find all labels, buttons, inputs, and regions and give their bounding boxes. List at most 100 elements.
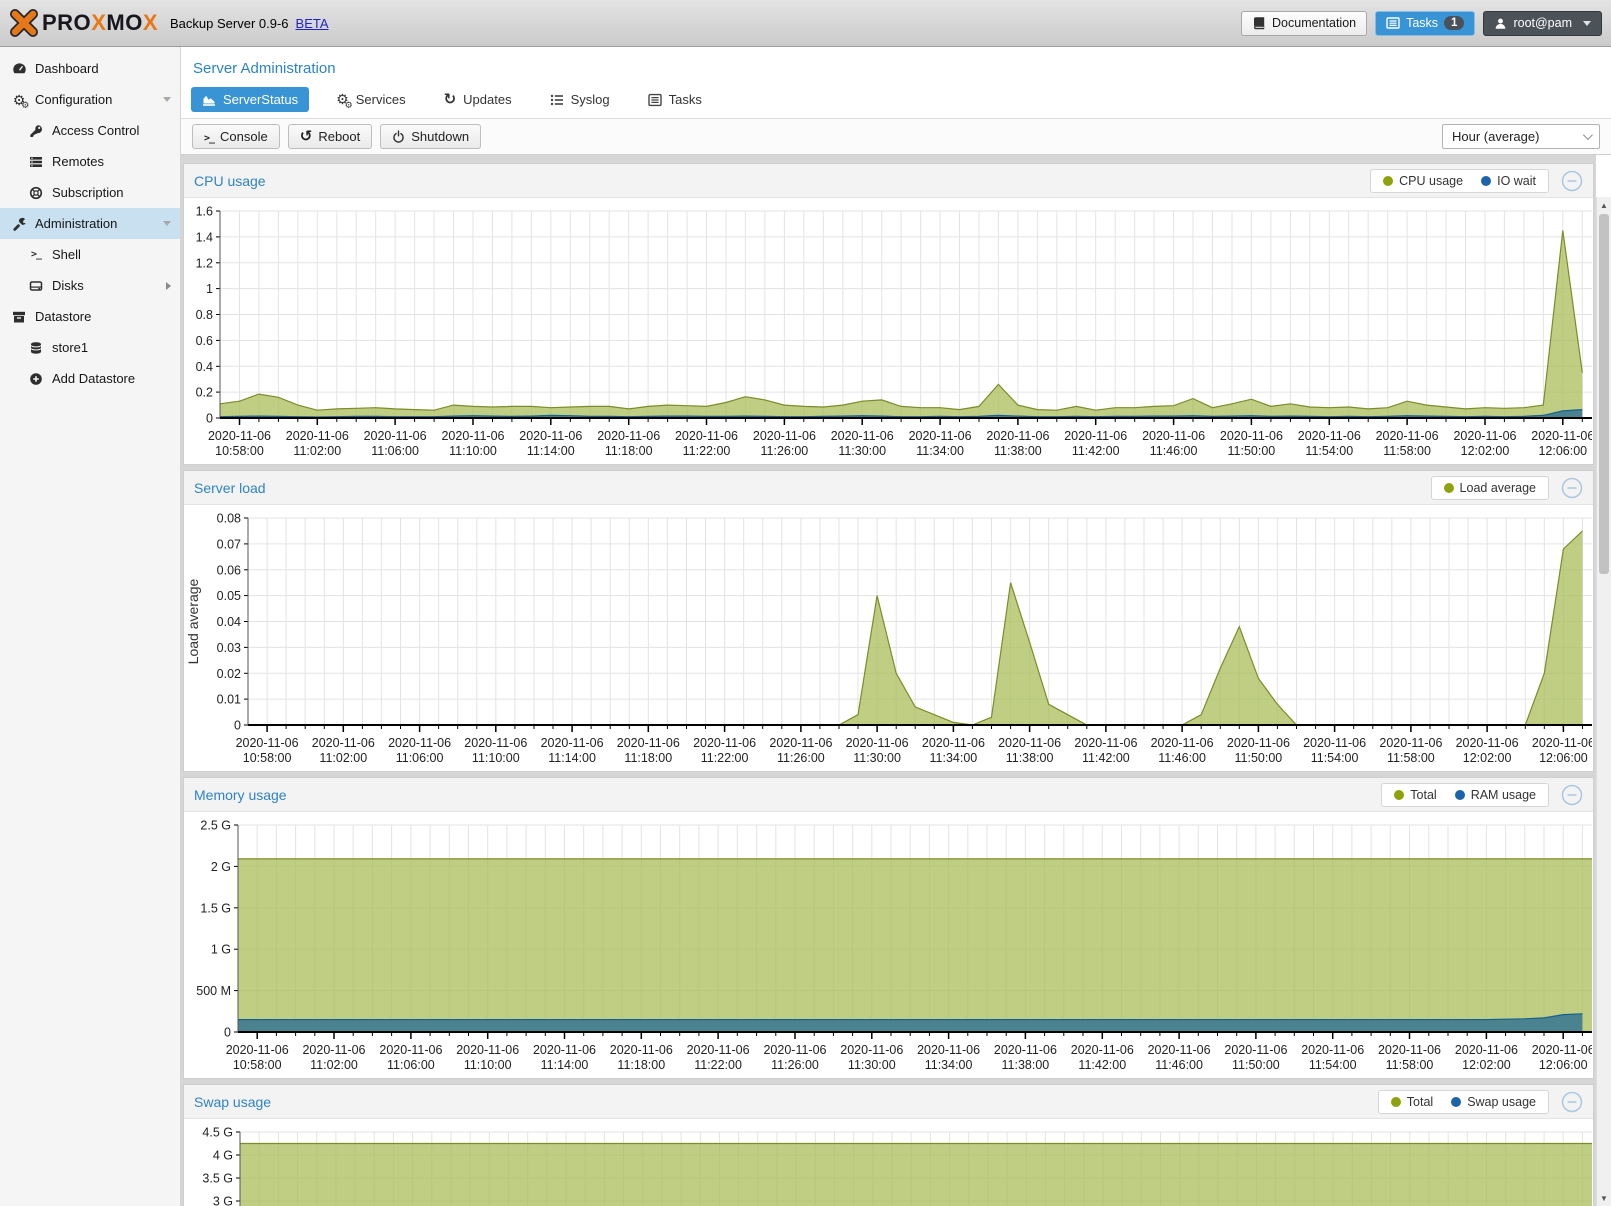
documentation-button[interactable]: Documentation: [1241, 11, 1367, 36]
chevron-down-icon: [1583, 130, 1593, 140]
svg-text:2020-11-06: 2020-11-06: [441, 429, 504, 443]
collapse-caret-icon[interactable]: [163, 97, 171, 102]
expand-caret-icon[interactable]: [166, 282, 171, 290]
sidebar-item-add-datastore[interactable]: Add Datastore: [0, 363, 180, 394]
reboot-button[interactable]: ↺ Reboot: [288, 124, 373, 149]
svg-text:12:02:00: 12:02:00: [1463, 751, 1512, 765]
tab-services[interactable]: ⚙⚙ Services: [325, 87, 416, 112]
collapse-caret-icon[interactable]: [163, 221, 171, 226]
legend-item[interactable]: RAM usage: [1455, 788, 1536, 802]
minus-circle-icon[interactable]: [1561, 477, 1583, 499]
svg-text:2020-11-06: 2020-11-06: [1227, 736, 1290, 750]
svg-text:11:38:00: 11:38:00: [1006, 751, 1054, 765]
beta-link[interactable]: BETA: [296, 16, 329, 31]
svg-text:11:54:00: 11:54:00: [1311, 751, 1359, 765]
svg-text:11:34:00: 11:34:00: [916, 444, 964, 458]
legend: Total RAM usage: [1381, 783, 1549, 807]
svg-text:11:26:00: 11:26:00: [761, 444, 809, 458]
scroll-up-icon[interactable]: ▲: [1597, 198, 1611, 212]
svg-text:12:02:00: 12:02:00: [1461, 444, 1510, 458]
timeframe-select[interactable]: Hour (average): [1442, 124, 1600, 149]
sidebar-item-shell[interactable]: >_ Shell: [0, 239, 180, 270]
svg-text:2020-11-06: 2020-11-06: [541, 736, 604, 750]
svg-text:2020-11-06: 2020-11-06: [1071, 1043, 1134, 1057]
tab-serverstatus[interactable]: ServerStatus: [191, 87, 309, 112]
svg-text:2020-11-06: 2020-11-06: [998, 736, 1061, 750]
vertical-scrollbar[interactable]: ▲ ▼: [1596, 197, 1611, 1206]
legend-item[interactable]: Total: [1394, 788, 1436, 802]
sidebar-item-store1[interactable]: store1: [0, 332, 180, 363]
svg-text:2020-11-06: 2020-11-06: [302, 1043, 365, 1057]
svg-text:11:58:00: 11:58:00: [1383, 444, 1431, 458]
remotes-icon: [26, 155, 46, 169]
svg-text:11:50:00: 11:50:00: [1235, 751, 1283, 765]
legend-item[interactable]: Load average: [1444, 481, 1536, 495]
legend: Total Swap usage: [1378, 1090, 1549, 1114]
tab-updates[interactable]: ↻ Updates: [433, 87, 523, 112]
svg-text:2020-11-06: 2020-11-06: [1376, 429, 1439, 443]
svg-text:2020-11-06: 2020-11-06: [464, 736, 527, 750]
user-icon: [1494, 17, 1507, 30]
series-dot-icon: [1391, 1097, 1401, 1107]
minus-circle-icon[interactable]: [1561, 1091, 1583, 1113]
svg-text:0.06: 0.06: [217, 563, 241, 577]
datastore-icon: [9, 310, 29, 324]
sidebar-item-remotes[interactable]: Remotes: [0, 146, 180, 177]
tab-syslog[interactable]: Syslog: [539, 87, 621, 112]
tasks-button[interactable]: Tasks 1: [1375, 11, 1475, 36]
scrollbar-thumb[interactable]: [1599, 214, 1609, 574]
panel-title: CPU usage: [194, 173, 266, 189]
legend-item[interactable]: CPU usage: [1383, 174, 1463, 188]
legend-item[interactable]: IO wait: [1481, 174, 1536, 188]
hdd-icon: [26, 279, 46, 293]
svg-text:11:50:00: 11:50:00: [1228, 444, 1276, 458]
svg-text:11:06:00: 11:06:00: [396, 751, 444, 765]
list-icon: [550, 93, 564, 107]
plus-circle-icon: [26, 372, 46, 386]
console-button[interactable]: >_ Console: [192, 124, 280, 149]
svg-text:11:42:00: 11:42:00: [1078, 1058, 1126, 1072]
legend-item[interactable]: Swap usage: [1451, 1095, 1536, 1109]
svg-text:2020-11-06: 2020-11-06: [519, 429, 582, 443]
svg-text:11:14:00: 11:14:00: [541, 1058, 589, 1072]
sidebar-item-administration[interactable]: Administration: [0, 208, 180, 239]
tab-tasks[interactable]: Tasks: [637, 87, 713, 112]
sidebar-item-disks[interactable]: Disks: [0, 270, 180, 301]
scroll-down-icon[interactable]: ▼: [1597, 1191, 1611, 1205]
sidebar-item-subscription[interactable]: Subscription: [0, 177, 180, 208]
sidebar-item-configuration[interactable]: ⚙⚙ Configuration: [0, 84, 180, 115]
svg-text:2020-11-06: 2020-11-06: [1532, 736, 1592, 750]
shutdown-button[interactable]: Shutdown: [380, 124, 481, 149]
svg-text:2020-11-06: 2020-11-06: [379, 1043, 442, 1057]
svg-text:11:54:00: 11:54:00: [1305, 444, 1353, 458]
svg-text:11:26:00: 11:26:00: [777, 751, 825, 765]
svg-text:2020-11-06: 2020-11-06: [917, 1043, 980, 1057]
svg-text:2020-11-06: 2020-11-06: [1303, 736, 1366, 750]
svg-text:11:02:00: 11:02:00: [319, 751, 367, 765]
svg-text:2020-11-06: 2020-11-06: [1456, 736, 1519, 750]
swap-usage-panel: Swap usage Total Swap usage 0500 M1 G1.5…: [183, 1084, 1594, 1206]
terminal-icon: >_: [26, 249, 46, 260]
legend-item[interactable]: Total: [1391, 1095, 1433, 1109]
svg-text:11:30:00: 11:30:00: [848, 1058, 896, 1072]
svg-text:11:38:00: 11:38:00: [994, 444, 1042, 458]
sidebar-item-datastore[interactable]: Datastore: [0, 301, 180, 332]
power-icon: [392, 130, 405, 143]
minus-circle-icon[interactable]: [1561, 170, 1583, 192]
tab-bar: ServerStatus ⚙⚙ Services ↻ Updates Syslo…: [181, 82, 1611, 118]
refresh-icon: ↻: [444, 92, 457, 107]
svg-text:11:18:00: 11:18:00: [624, 751, 672, 765]
svg-text:11:06:00: 11:06:00: [387, 1058, 435, 1072]
svg-text:11:26:00: 11:26:00: [771, 1058, 819, 1072]
sidebar-item-access-control[interactable]: Access Control: [0, 115, 180, 146]
user-menu-button[interactable]: root@pam: [1483, 11, 1602, 36]
product-subtitle: Backup Server 0.9-6: [170, 16, 289, 31]
sidebar-item-dashboard[interactable]: Dashboard: [0, 53, 180, 84]
svg-text:2020-11-06: 2020-11-06: [846, 736, 909, 750]
minus-circle-icon[interactable]: [1561, 784, 1583, 806]
page-title: Server Administration: [181, 47, 1611, 82]
svg-text:11:06:00: 11:06:00: [371, 444, 419, 458]
svg-text:10:58:00: 10:58:00: [215, 444, 264, 458]
svg-text:11:02:00: 11:02:00: [293, 444, 341, 458]
svg-text:2020-11-06: 2020-11-06: [617, 736, 680, 750]
